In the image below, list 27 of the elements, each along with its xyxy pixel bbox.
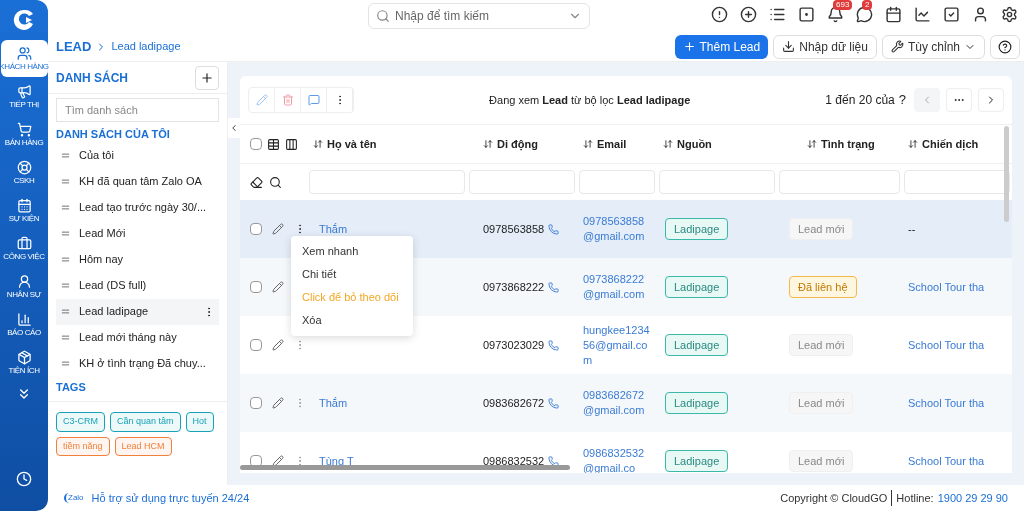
notification-badge: 693 <box>833 0 853 10</box>
copyright-text: Copyright © CloudGO <box>780 489 893 507</box>
phone-text: 0973868222 <box>483 279 545 295</box>
breadcrumb-current: Lead ladipage <box>111 39 181 55</box>
campaign-text: -- <box>908 222 916 235</box>
phone-text: 0983682672 <box>483 395 545 411</box>
tags-title: TAGS <box>48 378 227 402</box>
status-badge: Lead mới <box>789 333 854 357</box>
total-unknown: ? <box>898 91 906 110</box>
status-badge: Lead mới <box>789 391 854 415</box>
status-badge: Lead mới <box>789 449 854 473</box>
paging-text: 1 đến 20 của <box>825 92 895 109</box>
source-badge: Ladipage <box>665 275 729 299</box>
filter-summary: Đang xem Lead từ bộ lọc Lead ladipage <box>488 92 692 108</box>
phone-text: 0973023029 <box>483 337 545 353</box>
section-title: DANH SÁCH CỦA TÔI <box>55 127 171 142</box>
source-badge: Ladipage <box>665 333 729 357</box>
phone-text: 0986832532 <box>483 453 545 469</box>
source-badge: Ladipage <box>665 391 729 415</box>
phone-text: 0978563858 <box>483 221 545 237</box>
source-badge: Ladipage <box>665 449 729 473</box>
status-badge: Đã liên hệ <box>789 275 857 299</box>
notification-badge: 2 <box>862 0 873 10</box>
source-badge: Ladipage <box>665 217 729 241</box>
status-badge: Lead mới <box>789 217 854 241</box>
hotline-label: Hotline: <box>896 490 934 506</box>
panel-title: DANH SÁCH <box>56 69 128 87</box>
